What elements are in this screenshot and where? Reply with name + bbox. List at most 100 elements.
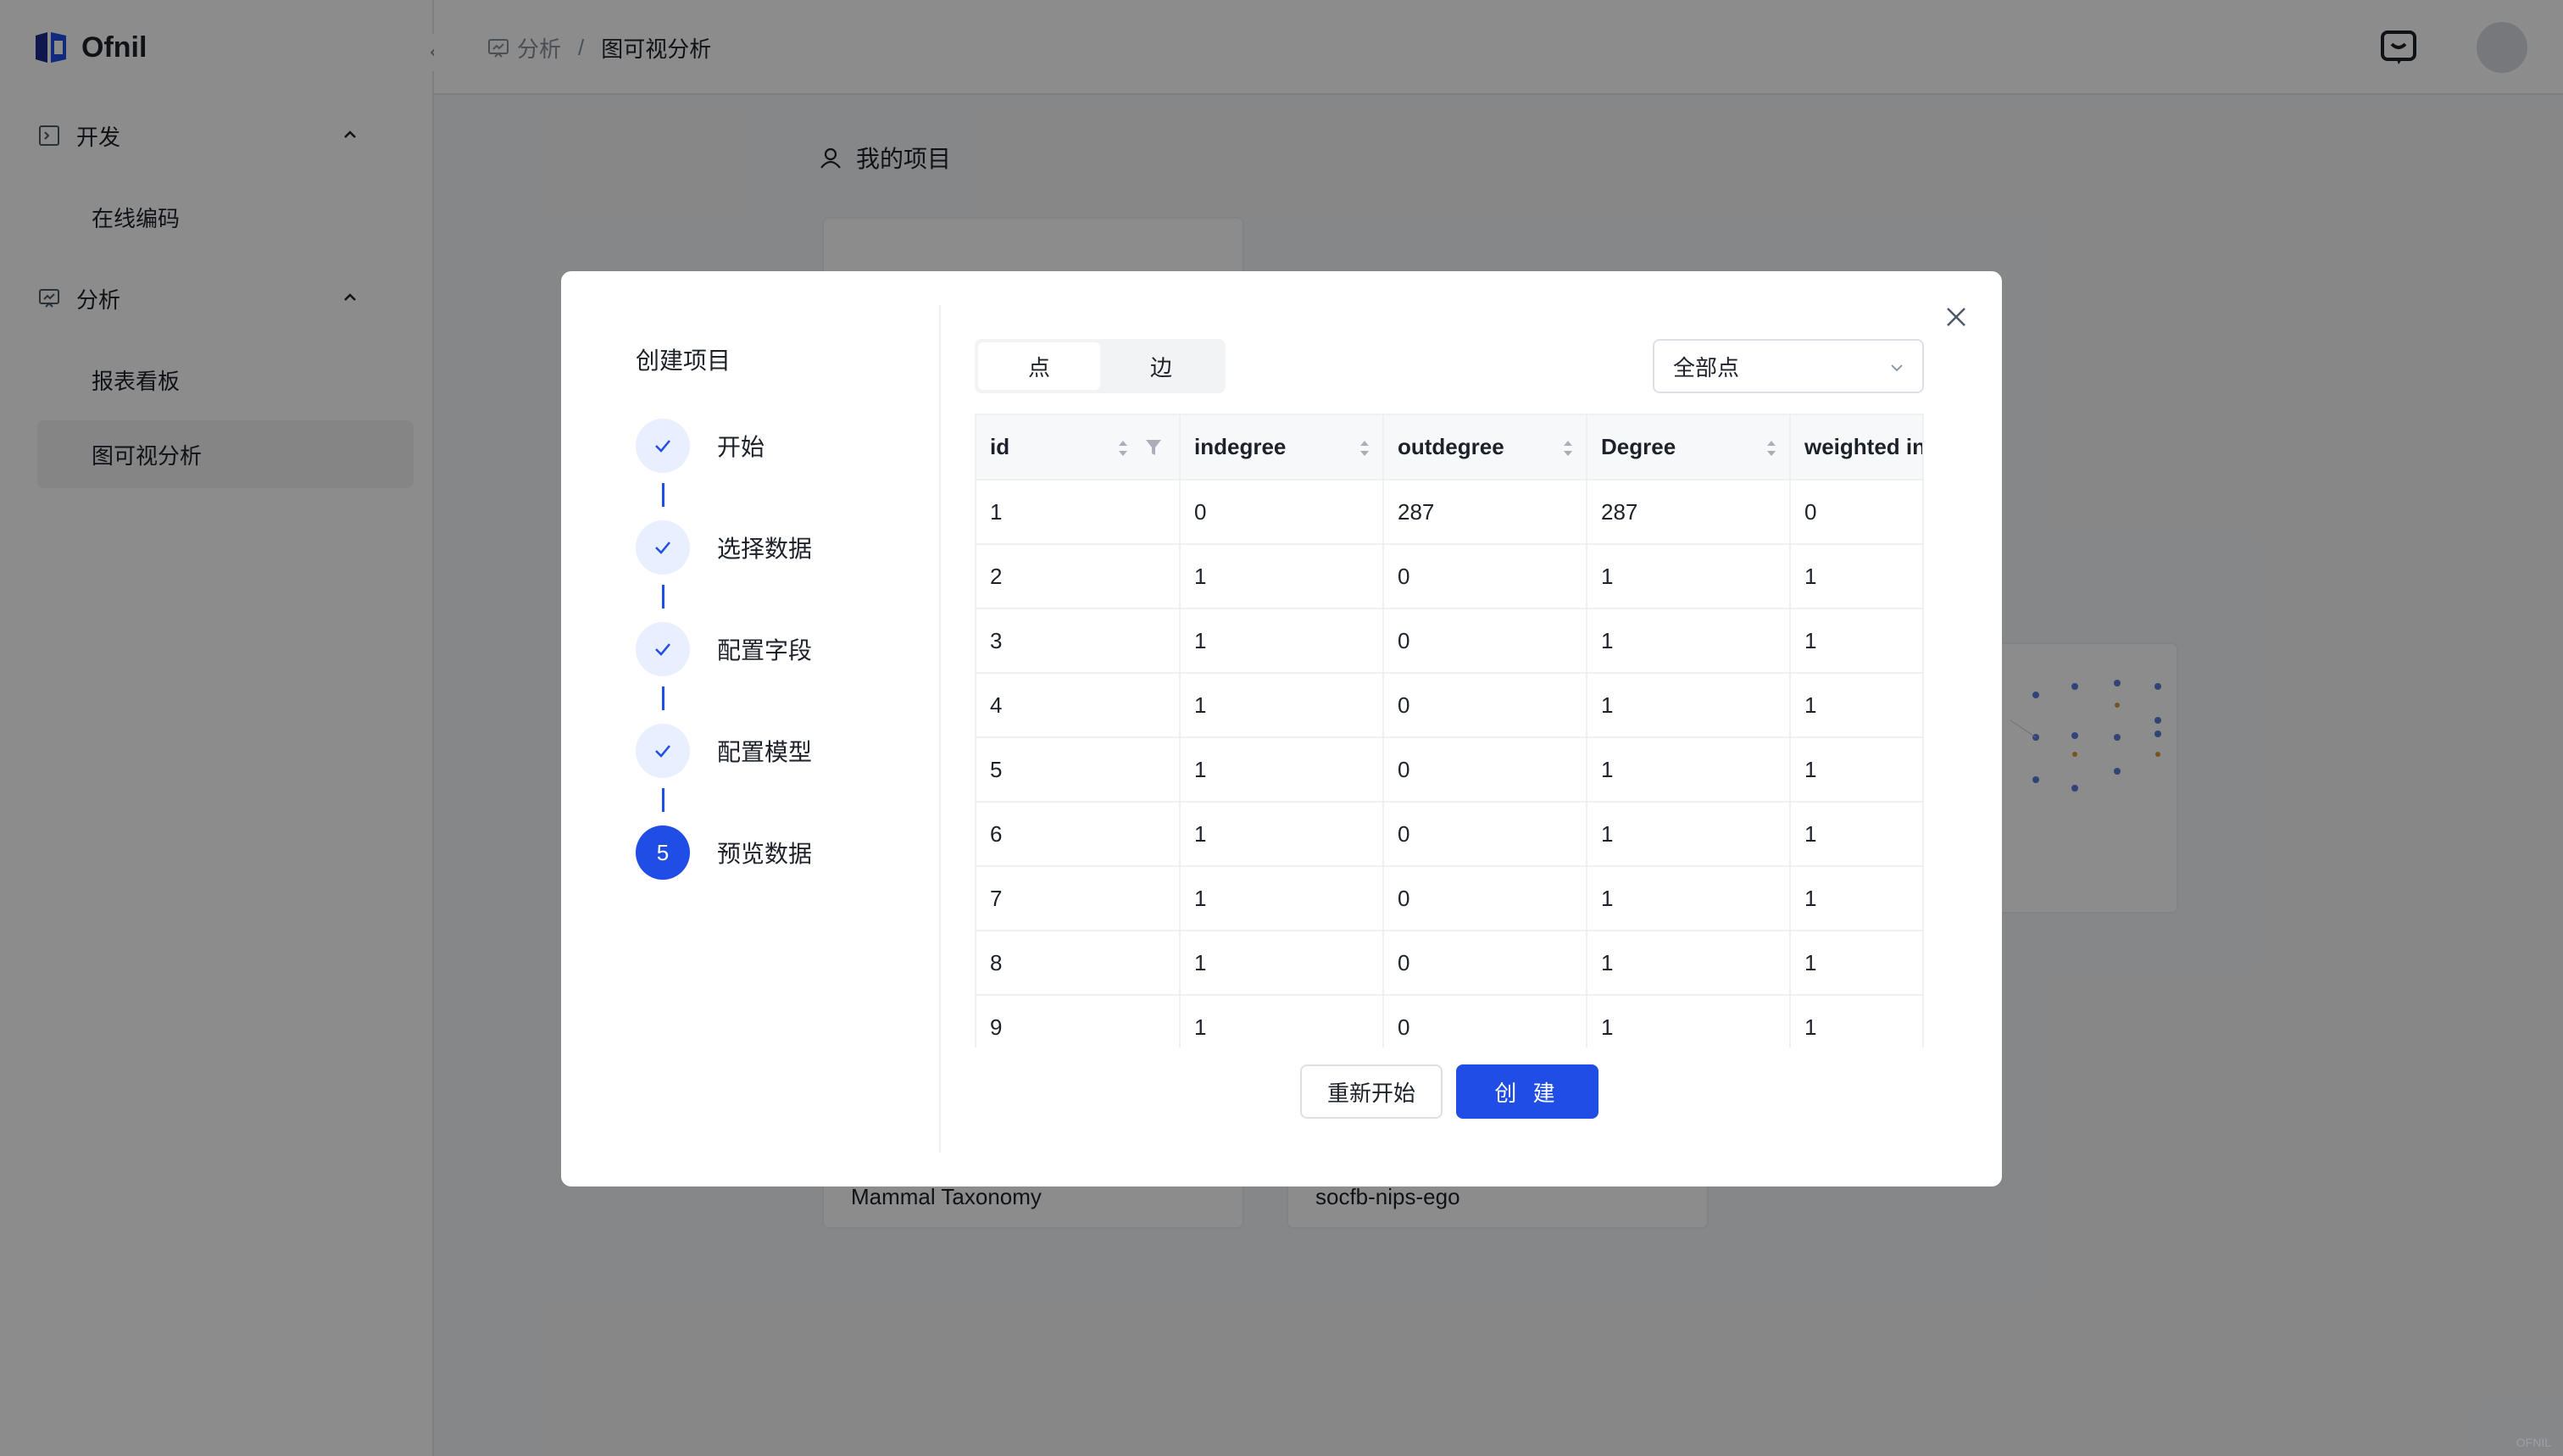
table-cell: 1 (1790, 866, 1922, 931)
table-cell: 0 (1790, 480, 1922, 545)
table-cell: 3 (976, 609, 1181, 674)
step-preview-data: 5 预览数据 (636, 825, 812, 880)
chevron-down-icon (1891, 364, 1903, 372)
check-icon (655, 745, 670, 758)
table-row: 9 1 0 1 1 (976, 995, 1922, 1048)
table-cell: 1 (1180, 995, 1384, 1048)
table-cell: 1 (1587, 995, 1791, 1048)
table-cell: 1 (1790, 995, 1922, 1048)
check-icon (655, 643, 670, 656)
table-cell: 0 (1383, 673, 1587, 738)
table-row: 8 1 0 1 1 (976, 931, 1922, 996)
table-cell: 1 (1180, 673, 1384, 738)
preview-table[interactable]: id indegree outdegree Degree weighted in… (975, 414, 1924, 1048)
sort-icon[interactable] (1560, 437, 1576, 459)
step-label: 配置字段 (717, 637, 813, 664)
column-header-label: weighted in (1804, 434, 1924, 459)
table-cell: 1 (1180, 802, 1384, 867)
table-cell: 287 (1587, 480, 1791, 545)
column-header-outdegree[interactable]: outdegree (1383, 415, 1587, 481)
step-indicator (636, 520, 690, 575)
table-header-row: id indegree outdegree Degree weighted in (976, 415, 1924, 481)
node-filter-select[interactable]: 全部点 (1653, 339, 1924, 393)
table-cell: 6 (976, 802, 1181, 867)
table-cell: 1 (1587, 866, 1791, 931)
restart-button[interactable]: 重新开始 (1300, 1064, 1443, 1119)
table-cell: 8 (976, 931, 1181, 996)
table-cell: 7 (976, 866, 1181, 931)
table-cell: 2 (976, 544, 1181, 609)
step-connector (662, 686, 664, 710)
table-cell: 0 (1383, 609, 1587, 674)
table-cell: 1 (1587, 609, 1791, 674)
step-indicator-current: 5 (636, 825, 690, 880)
column-header-label: indegree (1194, 434, 1287, 459)
column-header-weighted-in[interactable]: weighted in (1790, 415, 1924, 481)
column-header-indegree[interactable]: indegree (1180, 415, 1384, 481)
step-configure-model: 配置模型 (636, 724, 812, 778)
step-label: 选择数据 (717, 536, 813, 562)
table-row: 6 1 0 1 1 (976, 802, 1922, 867)
table-row: 1 0 287 287 0 (976, 480, 1922, 545)
table-cell: 1 (1180, 866, 1384, 931)
column-header-label: id (990, 434, 1010, 459)
node-edge-tabs: 点 边 (975, 339, 1226, 393)
create-button[interactable]: 创 建 (1456, 1064, 1598, 1119)
column-header-label: outdegree (1398, 434, 1504, 459)
step-label: 预览数据 (717, 841, 813, 867)
step-indicator (636, 724, 690, 778)
column-header-degree[interactable]: Degree (1587, 415, 1791, 481)
select-value: 全部点 (1673, 354, 1740, 381)
step-label: 配置模型 (717, 739, 813, 765)
table-cell: 1 (1790, 737, 1922, 803)
step-connector (662, 483, 664, 507)
create-project-modal: 创建项目 开始 选择数据 配置字段 配置模型 5 预览数据 点 边 全部点 id… (561, 271, 2002, 1186)
close-icon[interactable] (1943, 303, 1970, 331)
filter-icon[interactable] (1144, 437, 1163, 458)
table-cell: 1 (1180, 931, 1384, 996)
table-cell: 1 (1180, 609, 1384, 674)
table-cell: 1 (1180, 737, 1384, 803)
sort-icon[interactable] (1357, 437, 1372, 459)
table-cell: 1 (1180, 544, 1384, 609)
table-cell: 9 (976, 995, 1181, 1048)
step-select-data: 选择数据 (636, 520, 812, 575)
table-cell: 1 (1587, 673, 1791, 738)
table-cell: 1 (1587, 737, 1791, 803)
sort-icon[interactable] (1764, 437, 1779, 459)
tab-nodes[interactable]: 点 (978, 342, 1100, 390)
table-cell: 1 (1790, 609, 1922, 674)
table-cell: 0 (1383, 737, 1587, 803)
table-cell: 0 (1383, 544, 1587, 609)
check-icon (655, 440, 670, 453)
table-cell: 1 (1790, 802, 1922, 867)
step-connector (662, 585, 664, 609)
table-cell: 0 (1383, 802, 1587, 867)
step-label: 开始 (717, 434, 765, 460)
table-cell: 1 (1587, 544, 1791, 609)
table-row: 7 1 0 1 1 (976, 866, 1922, 931)
step-indicator (636, 622, 690, 676)
table-cell: 1 (1790, 544, 1922, 609)
sort-icon[interactable] (1115, 437, 1131, 459)
tab-edges[interactable]: 边 (1100, 342, 1222, 390)
table-row: 2 1 0 1 1 (976, 544, 1922, 609)
table-cell: 1 (1790, 931, 1922, 996)
table-cell: 1 (1790, 673, 1922, 738)
table-row: 3 1 0 1 1 (976, 609, 1922, 674)
table-row: 5 1 0 1 1 (976, 737, 1922, 803)
column-header-id[interactable]: id (976, 415, 1181, 481)
table-cell: 0 (1383, 995, 1587, 1048)
column-header-label: Degree (1601, 434, 1676, 459)
step-indicator (636, 419, 690, 473)
table-row: 4 1 0 1 1 (976, 673, 1922, 738)
step-configure-fields: 配置字段 (636, 622, 812, 676)
table-cell: 1 (1587, 931, 1791, 996)
table-cell: 4 (976, 673, 1181, 738)
table-cell: 287 (1383, 480, 1587, 545)
table-cell: 0 (1383, 866, 1587, 931)
modal-divider (939, 305, 941, 1153)
table-cell: 5 (976, 737, 1181, 803)
table-cell: 1 (976, 480, 1181, 545)
modal-title: 创建项目 (636, 347, 731, 374)
